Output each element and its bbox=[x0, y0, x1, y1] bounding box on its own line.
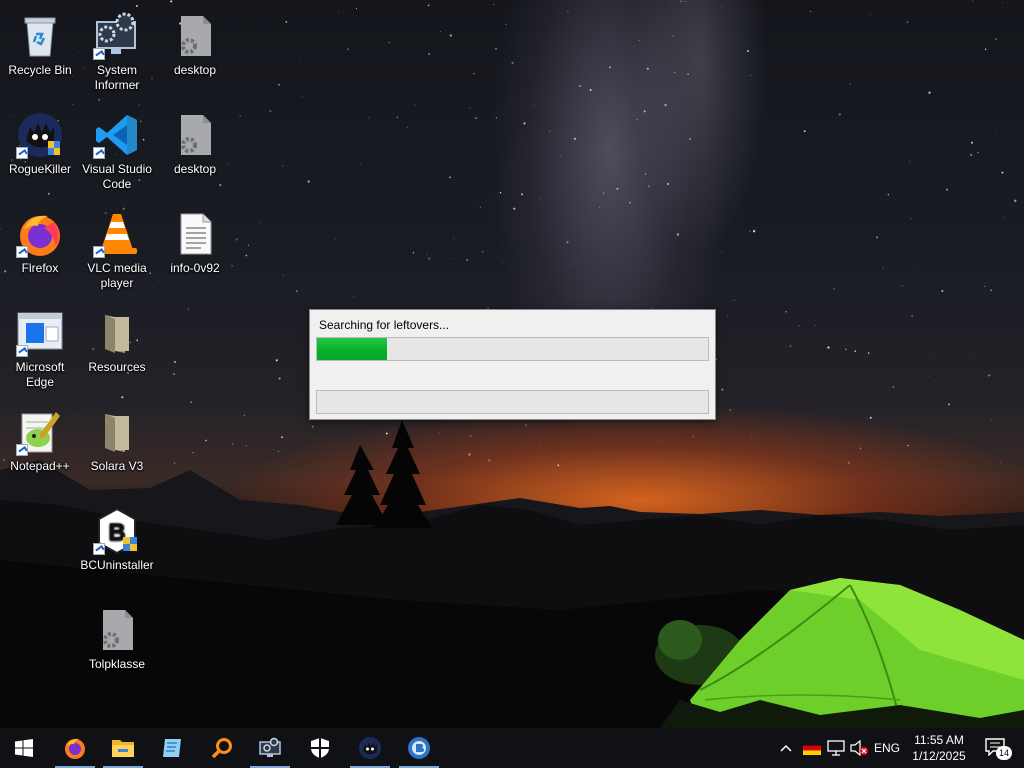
desktop-icon-tolpklasse[interactable]: Tolpklasse bbox=[77, 598, 157, 672]
taskbar-file-explorer[interactable] bbox=[99, 728, 147, 768]
german-flag-icon bbox=[803, 741, 821, 755]
desktop-icon-label: Solara V3 bbox=[90, 459, 144, 473]
desktop-icon-system-informer[interactable]: System Informer bbox=[77, 4, 157, 93]
shortcut-arrow-icon bbox=[93, 246, 105, 258]
tray-network[interactable] bbox=[824, 728, 848, 768]
desktop-icon-label: BCUninstaller bbox=[80, 558, 154, 572]
taskbar-security[interactable] bbox=[296, 728, 344, 768]
shortcut-arrow-icon bbox=[16, 444, 28, 456]
desktop-icon-firefox[interactable]: Firefox bbox=[0, 202, 80, 276]
clock-date: 1/12/2025 bbox=[912, 749, 966, 763]
chevron-up-icon bbox=[780, 744, 792, 752]
desktop-icon-label: desktop bbox=[173, 162, 217, 176]
roguekiller-icon bbox=[16, 111, 64, 159]
roguekiller-icon bbox=[359, 737, 381, 759]
shortcut-arrow-icon bbox=[16, 345, 28, 357]
desktop-icon-desktop-settings[interactable]: desktop bbox=[155, 4, 235, 78]
desktop-icon-resources-folder[interactable]: Resources bbox=[77, 301, 157, 375]
desktop-icon-label: Notepad++ bbox=[10, 459, 70, 473]
main-progress-bar bbox=[316, 337, 709, 361]
notification-icon: 14 bbox=[985, 738, 1012, 760]
firefox-icon bbox=[16, 210, 64, 258]
desktop-icon-vlc[interactable]: VLC media player bbox=[77, 202, 157, 291]
leftover-search-dialog[interactable]: Searching for leftovers... bbox=[309, 309, 716, 420]
desktop-icon-label: System Informer bbox=[94, 63, 140, 92]
firefox-icon bbox=[65, 738, 85, 759]
tray-app-flag[interactable] bbox=[800, 728, 824, 768]
tray-clock[interactable]: 11:55 AM 1/12/2025 bbox=[903, 732, 975, 764]
desktop-icon-label: Tolpklasse bbox=[88, 657, 146, 671]
system-informer-icon bbox=[93, 12, 141, 60]
file-explorer-icon bbox=[112, 740, 134, 757]
shortcut-arrow-icon bbox=[93, 543, 105, 555]
bcuninstaller-icon bbox=[408, 737, 430, 759]
desktop-icon-desktop-settings[interactable]: desktop bbox=[155, 103, 235, 177]
desktop-icon-edge[interactable]: Microsoft Edge bbox=[0, 301, 80, 390]
shortcut-arrow-icon bbox=[93, 147, 105, 159]
desktop-icon-bcuninstaller[interactable]: B BCUninstaller bbox=[77, 499, 157, 573]
taskbar-notepad[interactable] bbox=[148, 728, 196, 768]
shortcut-arrow-icon bbox=[16, 147, 28, 159]
start-button[interactable] bbox=[0, 728, 48, 768]
desktop-icon-label: Resources bbox=[88, 360, 146, 374]
network-icon bbox=[827, 740, 845, 756]
desktop-icon-label: RogueKiller bbox=[8, 162, 72, 176]
shield-icon bbox=[311, 738, 329, 758]
search-tool-icon bbox=[211, 738, 232, 759]
desktop-icon-label: Microsoft Edge bbox=[15, 360, 65, 389]
recycle-bin-icon bbox=[16, 12, 64, 60]
desktop-icon-recycle-bin[interactable]: Recycle Bin bbox=[0, 4, 80, 78]
notepad-icon bbox=[163, 739, 181, 757]
taskbar-network-tool[interactable] bbox=[246, 728, 294, 768]
status-text: Searching for leftovers... bbox=[319, 318, 450, 332]
tray-show-hidden[interactable] bbox=[776, 728, 796, 768]
desktop-icon-roguekiller[interactable]: RogueKiller bbox=[0, 103, 80, 177]
settings-file-icon bbox=[171, 12, 219, 60]
desktop-icon-label: info-0v92 bbox=[170, 261, 220, 275]
desktop-icon-label: desktop bbox=[173, 63, 217, 77]
volume-muted-icon bbox=[850, 740, 868, 756]
taskbar-bcuninstaller[interactable] bbox=[395, 728, 443, 768]
desktop-icon-label: Visual Studio Code bbox=[82, 162, 152, 191]
start-icon bbox=[15, 739, 33, 757]
desktop-icon-label: VLC media player bbox=[87, 261, 147, 290]
notepadpp-icon bbox=[16, 408, 64, 456]
shortcut-arrow-icon bbox=[16, 246, 28, 258]
desktop-icon-solara-folder[interactable]: Solara V3 bbox=[77, 400, 157, 474]
desktop-icon-vscode[interactable]: Visual Studio Code bbox=[77, 103, 157, 192]
text-file-icon bbox=[171, 210, 219, 258]
desktop-icon-label: Firefox bbox=[21, 261, 59, 275]
tray-language[interactable]: ENG bbox=[872, 728, 902, 768]
notification-count-badge: 14 bbox=[996, 746, 1012, 760]
taskbar-search-tool[interactable] bbox=[198, 728, 246, 768]
action-center-button[interactable]: 14 bbox=[978, 728, 1014, 768]
vlc-icon bbox=[93, 210, 141, 258]
tray-volume[interactable] bbox=[848, 728, 870, 768]
desktop-icon-label: Recycle Bin bbox=[8, 63, 72, 77]
secondary-progress-bar bbox=[316, 390, 709, 414]
shortcut-arrow-icon bbox=[93, 48, 105, 60]
settings-file-icon bbox=[93, 606, 141, 654]
desktop-icon-notepadpp[interactable]: Notepad++ bbox=[0, 400, 80, 474]
main-progress-fill bbox=[317, 338, 388, 360]
edge-icon bbox=[16, 309, 64, 357]
clock-time: 11:55 AM bbox=[914, 733, 964, 747]
taskbar-roguekiller[interactable] bbox=[346, 728, 394, 768]
bcuninstaller-icon: B bbox=[93, 507, 141, 555]
folder-icon bbox=[93, 408, 141, 456]
desktop-icon-info-file[interactable]: info-0v92 bbox=[155, 202, 235, 276]
folder-icon bbox=[93, 309, 141, 357]
taskbar-firefox[interactable] bbox=[51, 728, 99, 768]
network-tool-icon bbox=[259, 737, 281, 757]
taskbar: ENG 11:55 AM 1/12/2025 14 bbox=[0, 728, 1024, 768]
vscode-icon bbox=[93, 111, 141, 159]
settings-file-icon bbox=[171, 111, 219, 159]
